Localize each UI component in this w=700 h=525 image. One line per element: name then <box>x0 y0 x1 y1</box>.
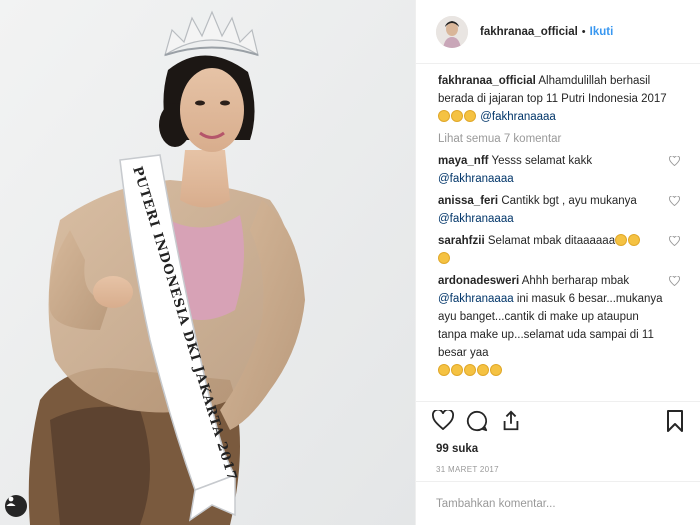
likes-count[interactable]: 99 suka <box>416 439 700 459</box>
add-comment-bar <box>416 481 700 525</box>
comment-username[interactable]: ardonadesweri <box>438 275 519 287</box>
comment-text: Yesss selamat kakk <box>491 155 593 167</box>
post-header: fakhranaa_official • Ikuti <box>416 0 700 64</box>
photo-illustration: PUTERI INDONESIA DKI JAKARTA 2017 <box>0 0 415 525</box>
comment-text: Selamat mbak ditaaaaaa <box>487 235 616 247</box>
clapping-hands-emoji-row <box>438 110 480 123</box>
small-heart-icon[interactable] <box>669 236 680 246</box>
action-bar <box>416 401 700 439</box>
comment-item: anissa_feri Cantikk bgt , ayu mukanya @f… <box>438 192 680 228</box>
bookmark-icon[interactable] <box>666 409 684 432</box>
separator-dot: • <box>581 25 586 38</box>
comment-item: maya_nff Yesss selamat kakk @fakhranaaaa <box>438 152 680 188</box>
share-icon[interactable] <box>500 410 522 432</box>
comment-item: ardonadesweri Ahhh berharap mbak @fakhra… <box>438 272 680 380</box>
heart-icon[interactable] <box>432 409 454 430</box>
comment-mention[interactable]: @fakhranaaaa <box>438 293 514 305</box>
comment-input[interactable] <box>436 497 680 510</box>
grinning-face-icon <box>628 234 641 246</box>
instagram-post: PUTERI INDONESIA DKI JAKARTA 2017 fakhra… <box>0 0 700 525</box>
view-all-comments[interactable]: Lihat semua 7 komentar <box>438 130 680 148</box>
comments-section: fakhranaa_official Alhamdulillah berhasi… <box>416 64 700 401</box>
comment-username[interactable]: maya_nff <box>438 155 489 167</box>
post-photo[interactable]: PUTERI INDONESIA DKI JAKARTA 2017 <box>0 0 415 525</box>
thumbs-up-icon <box>490 364 502 376</box>
header-username[interactable]: fakhranaa_official <box>480 26 578 38</box>
comment-icon[interactable] <box>466 410 488 432</box>
avatar[interactable] <box>436 15 468 48</box>
comment-text: Cantikk bgt , ayu mukanya <box>501 195 637 207</box>
comment-item: sarahfzii Selamat mbak ditaaaaaa <box>438 232 680 268</box>
clapping-hands-icon <box>451 364 463 376</box>
clapping-hands-icon <box>464 364 476 376</box>
grinning-face-icon <box>615 234 628 246</box>
comment-username[interactable]: anissa_feri <box>438 195 498 207</box>
ok-hand-icon <box>477 364 489 376</box>
clapping-hands-icon <box>451 110 463 122</box>
clapping-hands-icon <box>438 364 450 376</box>
clapping-hands-icon <box>438 110 450 122</box>
comment-text: Ahhh berharap mbak <box>521 275 630 287</box>
post-date[interactable]: 31 MARET 2017 <box>416 459 700 481</box>
clapping-hands-icon <box>464 110 476 122</box>
caption-mention[interactable]: @fakhranaaaa <box>480 111 556 123</box>
small-heart-icon[interactable] <box>669 196 680 206</box>
comment-username[interactable]: sarahfzii <box>438 235 485 247</box>
caption-username[interactable]: fakhranaa_official <box>438 75 536 87</box>
comment-mention[interactable]: @fakhranaaaa <box>438 213 514 225</box>
small-heart-icon[interactable] <box>669 276 680 286</box>
post-side-panel: fakhranaa_official • Ikuti fakhranaa_off… <box>415 0 700 525</box>
comment-mention[interactable]: @fakhranaaaa <box>438 173 514 185</box>
user-tag-icon[interactable] <box>5 495 27 517</box>
small-heart-icon[interactable] <box>669 156 680 166</box>
caption: fakhranaa_official Alhamdulillah berhasi… <box>438 72 680 126</box>
grinning-face-icon <box>438 252 450 264</box>
follow-button[interactable]: Ikuti <box>590 26 614 38</box>
